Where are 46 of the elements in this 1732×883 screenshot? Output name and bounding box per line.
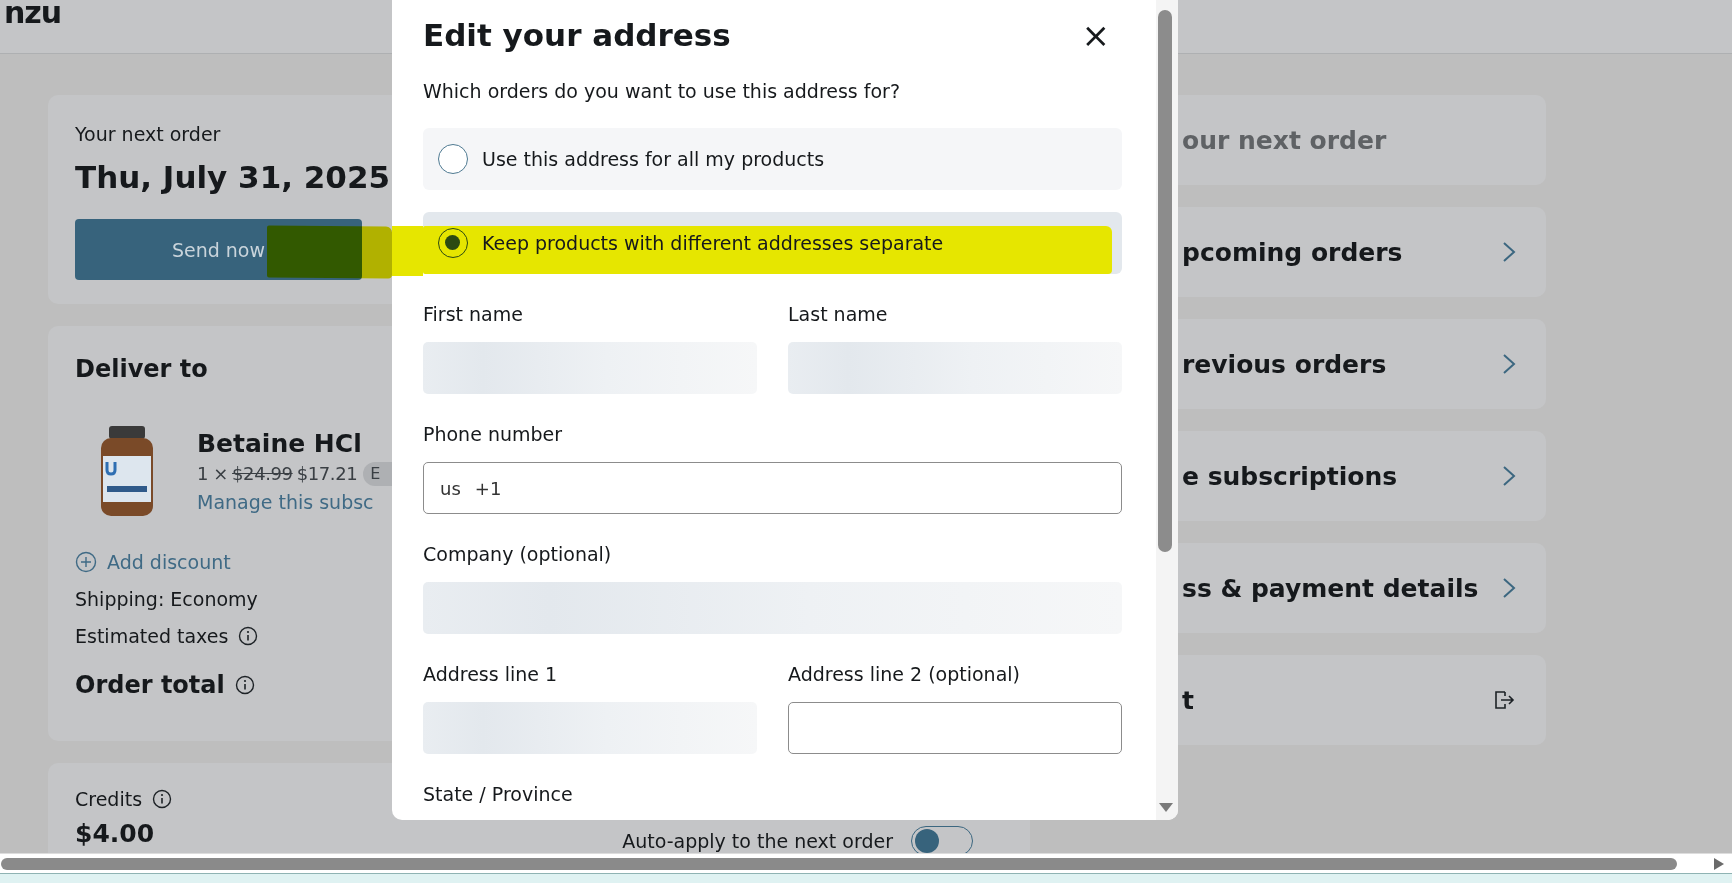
plus-circle-icon[interactable] (75, 551, 97, 573)
auto-apply-label: Auto-apply to the next order (622, 830, 893, 852)
info-icon[interactable] (152, 789, 173, 809)
product-name: Betaine HCl (197, 428, 363, 460)
logo[interactable]: nzu (4, 0, 62, 26)
field-label: Address line 2 (optional) (788, 662, 1021, 686)
field-label: Phone number (423, 422, 564, 446)
order-total-label: Order total (75, 670, 225, 700)
chevron-right-icon (1502, 241, 1516, 263)
scrollbar-thumb[interactable] (1158, 10, 1172, 552)
shipping-label: Shipping: Economy (75, 587, 258, 612)
horizontal-scrollbar-thumb[interactable] (1, 857, 1677, 870)
chevron-right-icon (1502, 353, 1516, 375)
address-option[interactable]: Use this address for all my products (423, 128, 1122, 190)
country-code[interactable]: us (440, 477, 461, 499)
original-price: $24.99 (232, 462, 293, 486)
field-label: Company (optional) (423, 542, 613, 566)
dialog-question: Which orders do you want to use this address for? (423, 79, 901, 104)
next-order-date: Thu, July 31, 2025 (75, 158, 391, 197)
dial-code: +1 (474, 477, 502, 499)
field-label: First name (423, 302, 524, 326)
info-icon[interactable] (238, 626, 259, 646)
field-label: Address line 1 (423, 662, 559, 686)
scroll-down-icon[interactable] (1159, 803, 1173, 812)
credits-label: Credits (75, 787, 143, 812)
option-label: Use this address for all my products (482, 148, 825, 170)
product-quantity: 1 × (197, 462, 229, 486)
radio-button[interactable] (438, 144, 468, 174)
chevron-right-icon (1502, 577, 1516, 599)
phone-field[interactable]: us +1 (423, 462, 1122, 514)
option-label: Keep products with different addresses separate (482, 232, 944, 254)
dialog-title: Edit your address (423, 16, 731, 55)
credits-amount: $4.00 (75, 819, 156, 849)
product-price: $17.21 (296, 462, 358, 486)
field-label: State / Province (423, 782, 574, 806)
info-icon[interactable] (234, 675, 255, 695)
next-order-label: Your next order (75, 122, 222, 147)
chevron-right-icon (1502, 465, 1516, 487)
estimated-taxes-label: Estimated taxes (75, 624, 229, 649)
scroll-right-icon[interactable] (1714, 857, 1724, 870)
close-button[interactable]: × (1077, 18, 1114, 52)
address-option[interactable]: Keep products with different addresses separate (423, 212, 1122, 274)
logout-icon (1492, 688, 1516, 712)
input-field[interactable] (788, 702, 1122, 754)
field-label: Last name (788, 302, 889, 326)
deliver-to-heading: Deliver to (75, 354, 208, 384)
